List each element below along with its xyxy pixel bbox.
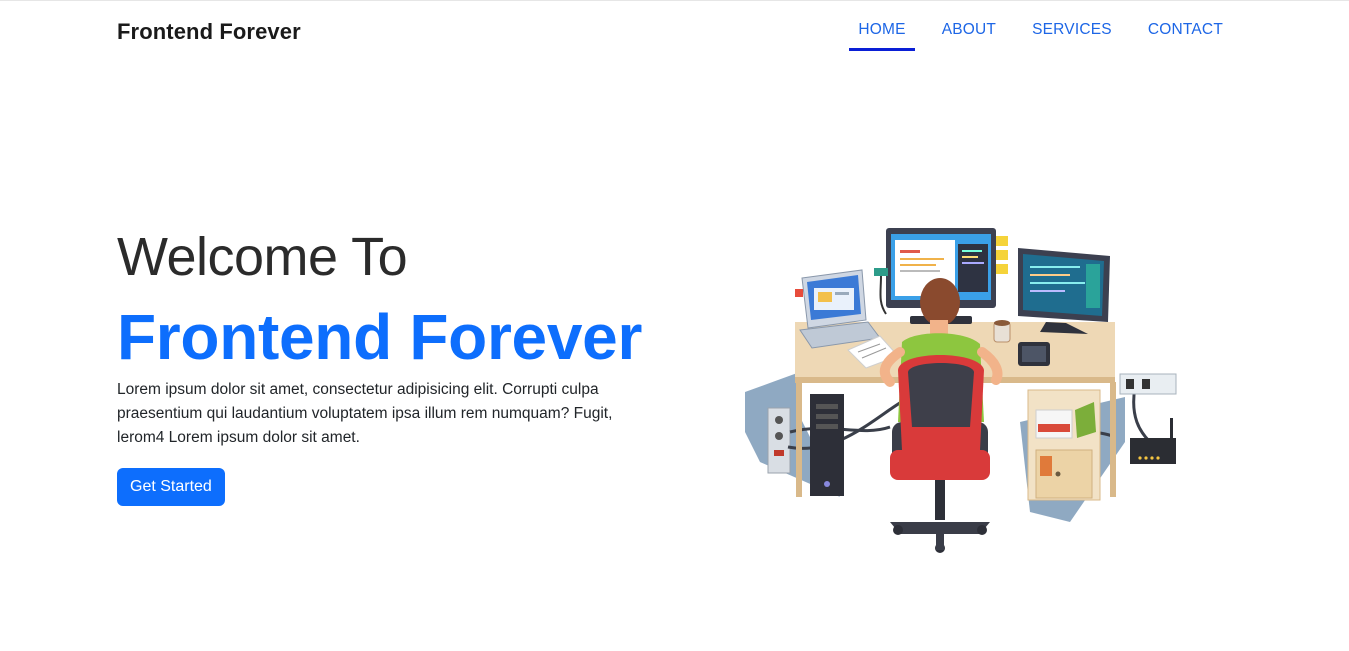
router-icon — [1130, 438, 1176, 464]
pc-tower-icon — [810, 394, 844, 496]
hero-title: Frontend Forever — [117, 301, 643, 373]
nav-link-about[interactable]: ABOUT — [933, 1, 1005, 51]
hero-description: Lorem ipsum dolor sit amet, consectetur … — [117, 381, 613, 446]
nav-link-home[interactable]: HOME — [849, 1, 916, 51]
person-head — [920, 278, 960, 326]
get-started-button[interactable]: Get Started — [117, 468, 225, 506]
hero-section: Welcome To Frontend Forever Lorem ipsum … — [117, 222, 677, 506]
nav-link-contact[interactable]: CONTACT — [1139, 1, 1232, 51]
hero-welcome-heading: Welcome To — [117, 227, 408, 287]
navbar: Frontend Forever HOME ABOUT SERVICES CON… — [0, 1, 1349, 63]
nav-links: HOME ABOUT SERVICES CONTACT — [831, 1, 1232, 57]
brand-logo[interactable]: Frontend Forever — [117, 19, 301, 45]
developer-desk-illustration — [740, 222, 1180, 562]
nav-link-services[interactable]: SERVICES — [1023, 1, 1121, 51]
